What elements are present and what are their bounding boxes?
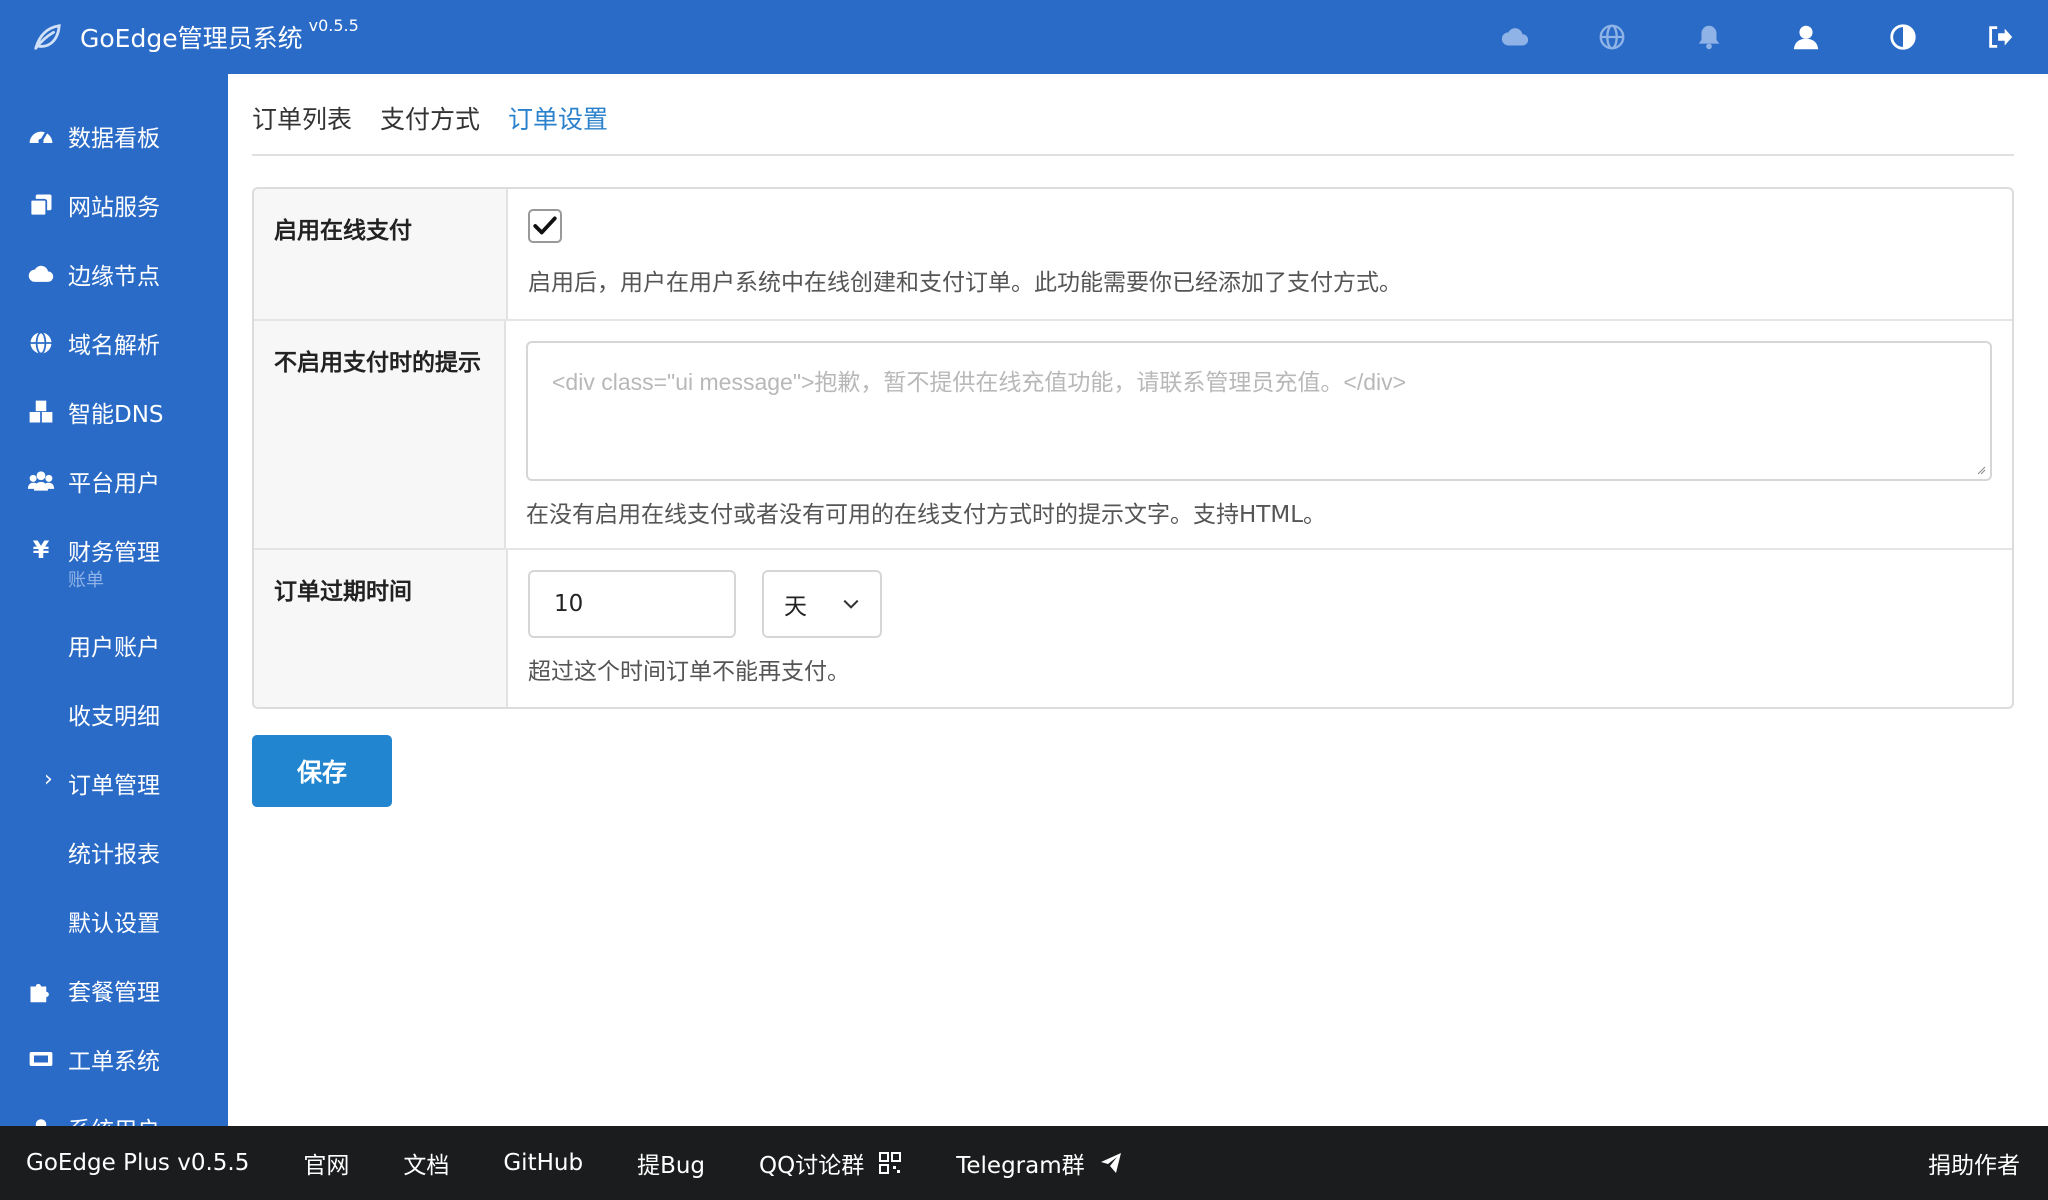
- footer-donate-link[interactable]: 捐助作者: [1928, 1126, 2020, 1200]
- sidebar-child-label: 用户账户: [68, 635, 160, 661]
- checkmark-icon: [533, 216, 557, 235]
- sidebar-item-label: 平台用户: [68, 471, 160, 497]
- footer-qq-label: QQ讨论群: [759, 1153, 865, 1179]
- field-label: 订单过期时间: [254, 550, 508, 707]
- globe-icon: [26, 328, 56, 358]
- app-title: GoEdge管理员系统: [80, 24, 303, 53]
- cloud-icon: [26, 259, 56, 289]
- cloud-icon[interactable]: [1466, 0, 1563, 74]
- tab-payment-methods[interactable]: 支付方式: [380, 100, 480, 136]
- tab-bar: 订单列表 支付方式 订单设置: [252, 74, 2014, 156]
- footer-docs-link[interactable]: 文档: [403, 1146, 449, 1180]
- footer-github-link[interactable]: GitHub: [503, 1150, 583, 1176]
- qrcode-icon: [879, 1152, 902, 1174]
- app-version: v0.5.5: [308, 15, 359, 35]
- user-secret-icon: [26, 1113, 56, 1126]
- help-text: 超过这个时间订单不能再支付。: [528, 659, 850, 685]
- cubes-icon: [26, 397, 56, 427]
- footer-bug-link[interactable]: 提Bug: [637, 1146, 705, 1180]
- sidebar-child-label: 统计报表: [68, 842, 160, 868]
- sidebar-item-label: 域名解析: [68, 333, 160, 359]
- sidebar-item-nodes[interactable]: 边缘节点: [0, 246, 228, 302]
- disabled-tip-textarea[interactable]: <div class="ui message">抱歉，暂不提供在线充值功能，请联…: [526, 341, 1992, 481]
- dashboard-icon: [26, 121, 56, 151]
- expire-unit-select[interactable]: 天: [762, 570, 882, 638]
- help-text: 启用后，用户在用户系统中在线创建和支付订单。此功能需要你已经添加了支付方式。: [528, 270, 1402, 296]
- sidebar-item-dns[interactable]: 域名解析: [0, 315, 228, 371]
- sidebar-item-label: 网站服务: [68, 195, 160, 221]
- clone-icon: [26, 190, 56, 220]
- user-icon[interactable]: [1757, 0, 1854, 74]
- contrast-icon[interactable]: [1854, 0, 1951, 74]
- leaf-logo-icon: [30, 20, 64, 54]
- footer-website-link[interactable]: 官网: [303, 1146, 349, 1180]
- sidebar-item-label: 边缘节点: [68, 264, 160, 290]
- sidebar-sub-label: 账单: [68, 570, 104, 591]
- help-text: 在没有启用在线支付或者没有可用的在线支付方式时的提示文字。支持HTML。: [526, 502, 1327, 528]
- chevron-down-icon: [843, 599, 859, 609]
- sidebar-item-label: 工单系统: [68, 1049, 160, 1075]
- sidebar-item-plans[interactable]: 套餐管理: [0, 962, 228, 1018]
- logout-icon[interactable]: [1951, 0, 2048, 74]
- textarea-placeholder: <div class="ui message">抱歉，暂不提供在线充值功能，请联…: [552, 369, 1407, 395]
- footer-telegram-label: Telegram群: [956, 1153, 1085, 1179]
- save-button[interactable]: 保存: [252, 735, 392, 807]
- sidebar-item-finance[interactable]: ¥ 财务管理: [0, 522, 228, 578]
- tab-order-settings[interactable]: 订单设置: [508, 100, 608, 136]
- sidebar-child-label: 订单管理: [68, 773, 160, 799]
- sidebar-child-reports[interactable]: 统计报表: [0, 824, 228, 880]
- sidebar-item-label: 数据看板: [68, 126, 160, 152]
- footer: GoEdge Plus v0.5.5 官网 文档 GitHub 提Bug QQ讨…: [0, 1126, 2048, 1200]
- sidebar-child-orders[interactable]: › 订单管理: [0, 755, 228, 811]
- yen-icon: ¥: [32, 536, 50, 564]
- ticket-icon: [26, 1044, 56, 1074]
- form-row-expire-time: 订单过期时间 10 天 超过这个时间订单不能再支付。: [254, 550, 2012, 707]
- sidebar-item-users[interactable]: 平台用户: [0, 453, 228, 509]
- footer-telegram-link[interactable]: Telegram群: [956, 1146, 1122, 1180]
- paper-plane-icon: [1100, 1153, 1121, 1173]
- sidebar-item-label: 财务管理: [68, 540, 160, 566]
- sidebar-child-label: 默认设置: [68, 911, 160, 937]
- top-bar: GoEdge管理员系统 v0.5.5: [0, 0, 2048, 74]
- users-icon: [26, 466, 56, 496]
- sidebar-item-admins[interactable]: 系统用户: [0, 1100, 228, 1126]
- brand[interactable]: GoEdge管理员系统 v0.5.5: [30, 0, 359, 74]
- sidebar-child-bills[interactable]: 收支明细: [0, 686, 228, 742]
- settings-form: 启用在线支付 启用后，用户在用户系统中在线创建和支付订单。此功能需要你已经添加了…: [252, 187, 2014, 709]
- tab-order-list[interactable]: 订单列表: [252, 100, 352, 136]
- sidebar-item-label: 系统用户: [68, 1111, 160, 1126]
- form-row-disabled-tip: 不启用支付时的提示 <div class="ui message">抱歉，暂不提…: [254, 321, 2012, 550]
- sidebar-item-tickets[interactable]: 工单系统: [0, 1031, 228, 1087]
- footer-version-link[interactable]: GoEdge Plus v0.5.5: [26, 1150, 249, 1176]
- sidebar-item-smart-dns[interactable]: 智能DNS: [0, 384, 228, 440]
- sidebar-item-servers[interactable]: 网站服务: [0, 177, 228, 233]
- sidebar-child-defaults[interactable]: 默认设置: [0, 893, 228, 949]
- field-label: 启用在线支付: [254, 189, 508, 319]
- form-row-enable-pay: 启用在线支付 启用后，用户在用户系统中在线创建和支付订单。此功能需要你已经添加了…: [254, 189, 2012, 321]
- expire-time-input[interactable]: 10: [528, 570, 736, 638]
- bell-icon[interactable]: [1660, 0, 1757, 74]
- puzzle-icon: [26, 975, 56, 1005]
- sidebar-child-label: 收支明细: [68, 704, 160, 730]
- resize-handle-icon[interactable]: [1976, 465, 1986, 475]
- sidebar-item-dashboard[interactable]: 数据看板: [0, 108, 228, 164]
- enable-online-pay-checkbox[interactable]: [528, 209, 562, 243]
- footer-qq-link[interactable]: QQ讨论群: [759, 1146, 902, 1180]
- field-label: 不启用支付时的提示: [254, 321, 506, 548]
- sidebar: 数据看板 网站服务 边缘节点 域名解析 智能DNS 平台用户 ¥ 财务管理 账单…: [0, 74, 228, 1126]
- sidebar-item-label: 智能DNS: [68, 402, 164, 428]
- chevron-right-icon: ›: [44, 767, 53, 792]
- select-value: 天: [784, 594, 807, 620]
- sidebar-item-label: 套餐管理: [68, 980, 160, 1006]
- globe-icon[interactable]: [1563, 0, 1660, 74]
- sidebar-child-accounts[interactable]: 用户账户: [0, 617, 228, 673]
